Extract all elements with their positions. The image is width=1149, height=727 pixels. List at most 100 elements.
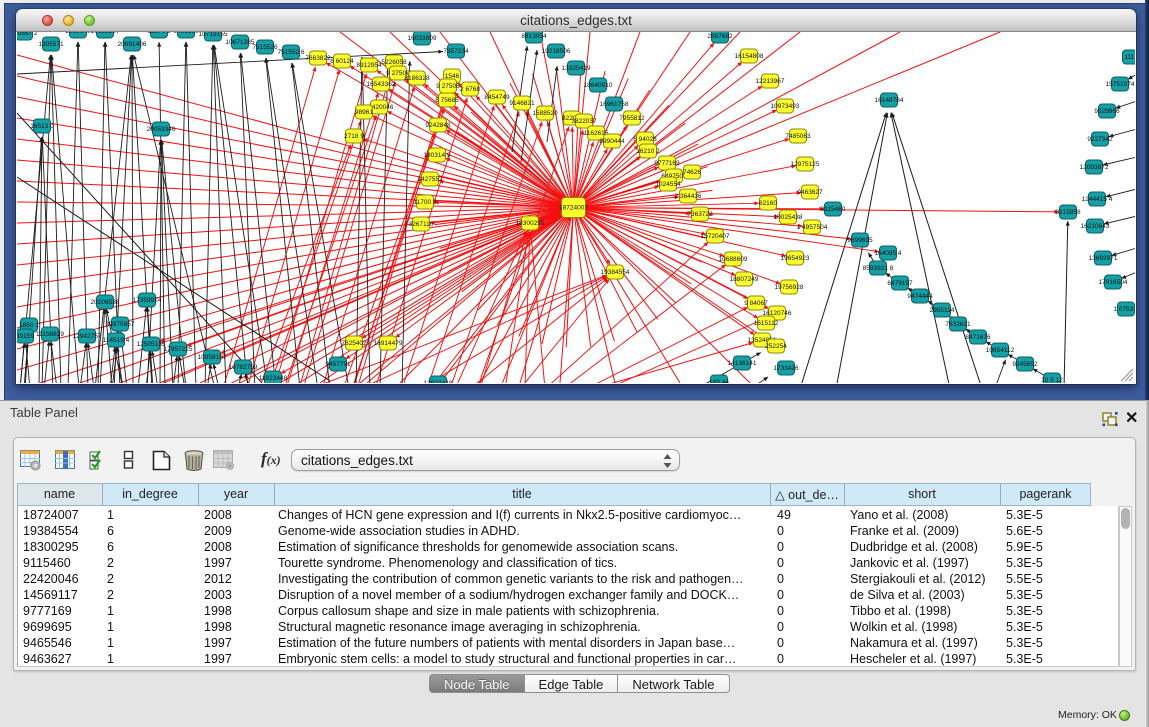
svg-text:13325419: 13325419 (562, 65, 591, 72)
svg-text:15276 2: 15276 2 (147, 32, 171, 35)
svg-text:16210 2: 16210 2 (636, 148, 660, 155)
svg-text:3822037: 3822037 (571, 118, 597, 125)
svg-text:16210643: 16210643 (1081, 223, 1110, 230)
svg-text:9457791: 9457791 (325, 361, 351, 368)
svg-text:2069140: 2069140 (65, 32, 91, 35)
svg-text:13692971: 13692971 (1089, 255, 1118, 262)
svg-text:19654923: 19654923 (781, 255, 810, 262)
svg-text:1244415 4: 1244415 4 (1082, 196, 1113, 203)
svg-text:16148784: 16148784 (875, 97, 904, 104)
svg-text:19384554: 19384554 (601, 269, 630, 276)
svg-text:9474444: 9474444 (907, 293, 933, 300)
svg-text:9699695: 9699695 (847, 237, 873, 244)
svg-text:17016504: 17016504 (1099, 279, 1128, 286)
svg-text:3267110: 3267110 (409, 221, 434, 228)
svg-text:8813054: 8813054 (521, 33, 547, 40)
svg-text:9329966: 9329966 (1094, 108, 1120, 115)
svg-text:15751074: 15751074 (1106, 81, 1135, 88)
svg-text:2887682: 2887682 (707, 33, 733, 40)
svg-text:1588520: 1588520 (532, 110, 558, 117)
svg-text:16961758: 16961758 (600, 101, 629, 108)
svg-text:8 75685: 8 75685 (435, 97, 459, 104)
svg-text:1117: 1117 (1124, 54, 1135, 61)
svg-text:1427552: 1427552 (417, 176, 443, 183)
svg-text:7357234: 7357234 (443, 48, 469, 55)
svg-text:8454749: 8454749 (484, 94, 510, 101)
svg-text:751552 6: 751552 6 (277, 49, 304, 56)
svg-text:9245652: 9245652 (1012, 361, 1038, 368)
svg-text:5226058: 5226058 (381, 59, 407, 66)
svg-text:17359924: 17359924 (133, 297, 162, 304)
svg-text:114519 4: 114519 4 (103, 337, 130, 344)
svg-text:16033809: 16033809 (408, 35, 437, 42)
svg-text:12923448: 12923448 (424, 380, 453, 383)
svg-text:39159: 39159 (17, 333, 34, 340)
svg-text:10719155: 10719155 (199, 32, 228, 38)
svg-text:74626: 74626 (683, 169, 701, 176)
svg-text:7663822: 7663822 (305, 55, 331, 62)
svg-text:8215958: 8215958 (1055, 209, 1081, 216)
svg-text:1615112: 1615112 (754, 320, 779, 327)
svg-text:16782759: 16782759 (229, 364, 258, 371)
svg-text:12505135: 12505135 (137, 341, 166, 348)
svg-text:20206536: 20206536 (91, 299, 120, 306)
svg-text:11156829: 11156829 (36, 331, 64, 338)
svg-text:12975125: 12975125 (791, 161, 820, 168)
svg-text:1 4957504: 1 4957504 (797, 224, 828, 231)
svg-text:180314 9: 180314 9 (423, 152, 450, 159)
svg-text:12093872: 12093872 (1080, 164, 1109, 171)
svg-text:252254: 252254 (765, 343, 787, 350)
svg-text:7955812: 7955812 (619, 115, 645, 122)
svg-text:8990444: 8990444 (599, 138, 625, 145)
svg-text:1850 1: 1850 1 (19, 322, 39, 329)
svg-text:10671385: 10671385 (226, 39, 255, 46)
svg-text:6466160: 6466160 (173, 32, 199, 35)
svg-text:8186328: 8186328 (404, 75, 430, 82)
svg-text:17957225: 17957225 (164, 346, 193, 353)
svg-text:11923448: 11923448 (259, 375, 288, 382)
svg-text:10025438: 10025438 (774, 214, 803, 221)
svg-text:8593921 8: 8593921 8 (863, 265, 894, 272)
svg-text:7485063: 7485063 (785, 133, 811, 140)
svg-text:7632621: 7632621 (945, 321, 971, 328)
svg-text:9777169: 9777169 (654, 160, 680, 167)
svg-text:9 84067: 9 84067 (744, 300, 768, 307)
svg-text:16543362: 16543362 (367, 81, 396, 88)
svg-text:1733426: 1733426 (773, 365, 799, 372)
svg-text:2 6768: 2 6768 (460, 86, 480, 93)
svg-text:16154808: 16154808 (735, 53, 764, 60)
svg-text:98961: 98961 (355, 109, 373, 116)
svg-text:7363722: 7363722 (687, 211, 713, 218)
svg-text:19218506: 19218506 (542, 48, 571, 55)
svg-text:8912954: 8912954 (356, 62, 382, 69)
svg-text:9115460: 9115460 (821, 206, 846, 213)
svg-text:39975857: 39975857 (106, 321, 135, 328)
svg-text:62160: 62160 (759, 200, 777, 207)
svg-text:9146821: 9146821 (509, 100, 535, 107)
svg-text:16513 0: 16513 0 (30, 123, 54, 130)
svg-text:20053346: 20053346 (147, 126, 176, 133)
svg-text:9227342: 9227342 (1087, 136, 1113, 143)
svg-text:16914479: 16914479 (374, 340, 403, 347)
svg-text:2718 9: 2718 9 (344, 133, 364, 140)
svg-text:18300295: 18300295 (516, 220, 545, 227)
svg-text:15720407: 15720407 (701, 233, 730, 240)
svg-text:12213967: 12213967 (756, 78, 785, 85)
svg-text:12942757: 12942757 (73, 333, 102, 340)
svg-text:2955114: 2955114 (930, 307, 955, 314)
svg-text:6 94028: 6 94028 (633, 136, 657, 143)
svg-text:9 27508: 9 27508 (436, 83, 460, 90)
svg-text:10 5 12: 10 5 12 (1041, 377, 1063, 383)
svg-text:164095 4: 164095 4 (874, 250, 901, 257)
svg-text:1 0753 4: 1 0753 4 (1113, 306, 1135, 313)
svg-text:18807249: 18807249 (730, 276, 759, 283)
svg-text:6479197: 6479197 (887, 280, 913, 287)
svg-text:14136141: 14136141 (728, 360, 757, 367)
svg-text:10688609: 10688609 (719, 256, 748, 263)
svg-text:10653287: 10653287 (91, 32, 120, 35)
svg-text:10973493: 10973493 (771, 103, 800, 110)
svg-text:18724007: 18724007 (559, 205, 588, 212)
svg-text:7625402: 7625402 (341, 340, 367, 347)
svg-text:8 60124: 8 60124 (330, 58, 354, 65)
svg-text:7515526: 7515526 (252, 44, 278, 51)
